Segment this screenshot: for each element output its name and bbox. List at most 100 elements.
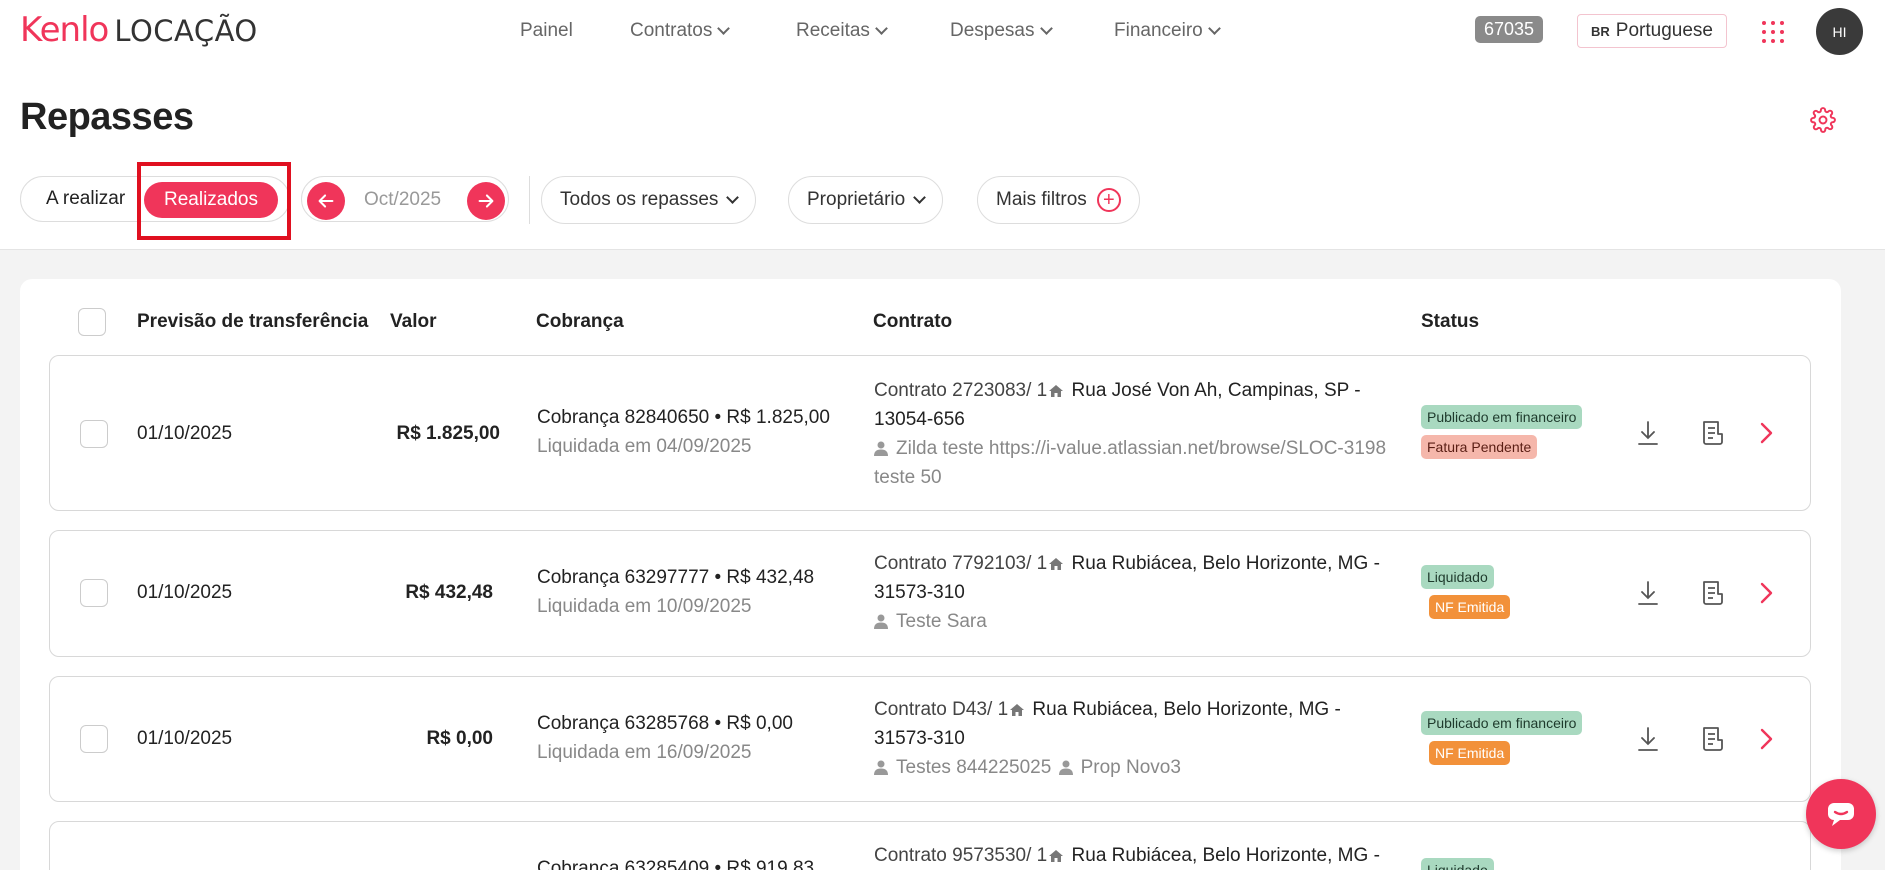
contract-info: Contrato 7792103/ 1 Rua Rubiácea, Belo H… <box>874 549 1394 607</box>
nav-contratos[interactable]: Contratos <box>630 20 731 42</box>
transfer-date: 01/10/2025 <box>137 728 233 749</box>
charge-info: Cobrança 63285768 • R$ 0,00 <box>537 713 793 734</box>
contract-info: Contrato 2723083/ 1 Rua José Von Ah, Cam… <box>874 376 1394 434</box>
nav-receitas[interactable]: Receitas <box>796 20 888 42</box>
transfer-date: 01/10/2025 <box>137 423 233 444</box>
chevron-right-icon[interactable] <box>1754 726 1778 752</box>
col-header-contract[interactable]: Contrato <box>873 311 952 333</box>
chevron-right-icon[interactable] <box>1754 420 1778 446</box>
chevron-down-icon <box>726 191 740 204</box>
nav-label: Contratos <box>630 20 713 41</box>
contract-id: Contrato 2723083/ 1 <box>874 380 1048 401</box>
status-badge: Publicado em financeiro <box>1421 711 1583 735</box>
invoice-icon[interactable] <box>1701 726 1725 752</box>
table-row[interactable]: Cobrança 63285409 • R$ 919,83 Contrato 9… <box>49 821 1811 870</box>
contract-id: Contrato 7792103/ 1 <box>874 553 1048 574</box>
flag-br-icon: BR <box>1591 23 1610 39</box>
invoice-icon[interactable] <box>1701 420 1725 446</box>
nav-label: Receitas <box>796 20 870 41</box>
chat-button[interactable] <box>1806 779 1876 849</box>
previous-period-button[interactable] <box>307 182 345 220</box>
nav-despesas[interactable]: Despesas <box>950 20 1053 42</box>
filter-label: Proprietário <box>807 189 906 210</box>
filter-label: Mais filtros <box>996 189 1087 210</box>
more-filters-button[interactable]: Mais filtros + <box>977 176 1140 224</box>
chevron-down-icon <box>875 22 888 35</box>
person-name: Testes 844225025 <box>896 757 1052 778</box>
contract-people: Teste Sara <box>874 607 1394 636</box>
next-period-button[interactable] <box>467 182 505 220</box>
status-badge: Publicado em financeiro <box>1421 405 1583 429</box>
house-icon <box>1010 704 1025 716</box>
contract-people: Zilda teste https://i-value.atlassian.ne… <box>874 434 1394 492</box>
person-name: Prop Novo3 <box>1080 757 1181 778</box>
row-value: R$ 432,48 <box>405 582 493 603</box>
person-icon <box>874 441 888 456</box>
chevron-down-icon <box>913 191 927 204</box>
download-icon[interactable] <box>1636 580 1660 606</box>
chevron-down-icon <box>1039 22 1053 35</box>
charge-settled-date: Liquidada em 04/09/2025 <box>537 436 752 457</box>
chevron-right-icon[interactable] <box>1754 580 1778 606</box>
kenlo-logo[interactable]: Kenlo LOCAÇÃO <box>20 10 258 50</box>
gear-icon[interactable] <box>1810 107 1836 133</box>
transfer-date: 01/10/2025 <box>137 582 233 603</box>
charge-info: Cobrança 82840650 • R$ 1.825,00 <box>537 407 830 428</box>
charge-settled-date: Liquidada em 16/09/2025 <box>537 742 752 763</box>
tab-a-realizar[interactable]: A realizar <box>46 188 125 210</box>
account-id-badge: 67035 <box>1475 16 1544 43</box>
col-header-charge[interactable]: Cobrança <box>536 311 624 333</box>
owner-filter[interactable]: Proprietário <box>788 176 944 224</box>
col-header-status[interactable]: Status <box>1421 311 1479 333</box>
status-badge: NF Emitida <box>1429 595 1511 619</box>
charge-info: Cobrança 63285409 • R$ 919,83 <box>537 858 815 870</box>
status-badge: Liquidado <box>1421 565 1494 589</box>
row-value: R$ 0,00 <box>426 728 493 749</box>
nav-label: Painel <box>520 20 573 41</box>
person-name: Zilda teste https://i-value.atlassian.ne… <box>874 438 1387 488</box>
nav-painel[interactable]: Painel <box>520 20 573 42</box>
row-checkbox[interactable] <box>80 420 108 448</box>
chat-icon <box>1828 803 1854 826</box>
house-icon <box>1049 850 1064 862</box>
status-badge: Liquidado <box>1421 858 1494 870</box>
divider <box>529 176 530 224</box>
person-icon <box>1058 760 1073 775</box>
contract-people: Testes 844225025 Prop Novo3 <box>874 753 1394 782</box>
language-selector[interactable]: BR Portuguese <box>1577 14 1727 48</box>
status-badge: Fatura Pendente <box>1421 435 1538 459</box>
invoice-icon[interactable] <box>1701 580 1725 606</box>
table-row[interactable]: 01/10/2025 R$ 432,48 Cobrança 63297777 •… <box>49 530 1811 657</box>
download-icon[interactable] <box>1636 726 1660 752</box>
filter-label: Todos os repasses <box>560 189 719 210</box>
contract-id: Contrato D43/ 1 <box>874 699 1009 720</box>
house-icon <box>1049 558 1064 570</box>
table-row[interactable]: 01/10/2025 R$ 1.825,00 Cobrança 82840650… <box>49 355 1811 511</box>
col-header-value[interactable]: Valor <box>390 311 436 333</box>
nav-financeiro[interactable]: Financeiro <box>1114 20 1221 42</box>
select-all-checkbox[interactable] <box>78 308 106 336</box>
col-header-date[interactable]: Previsão de transferência <box>137 311 368 333</box>
chevron-down-icon <box>717 22 731 35</box>
page-title: Repasses <box>20 96 194 138</box>
avatar[interactable]: HI <box>1816 8 1863 55</box>
download-icon[interactable] <box>1636 420 1660 446</box>
contract-info: Contrato D43/ 1 Rua Rubiácea, Belo Horiz… <box>874 695 1394 753</box>
person-name: Teste Sara <box>896 611 987 632</box>
period-label: Oct/2025 <box>364 189 442 210</box>
table-row[interactable]: 01/10/2025 R$ 0,00 Cobrança 63285768 • R… <box>49 676 1811 802</box>
status-badge: NF Emitida <box>1429 741 1511 765</box>
charge-settled-date: Liquidada em 10/09/2025 <box>537 596 752 617</box>
language-label: Portuguese <box>1615 20 1713 41</box>
house-icon <box>1049 385 1064 397</box>
nav-label: Despesas <box>950 20 1035 41</box>
repasse-type-filter[interactable]: Todos os repasses <box>541 176 757 224</box>
apps-grid-icon[interactable] <box>1762 21 1784 43</box>
person-icon <box>874 614 888 629</box>
logo-brand: Kenlo <box>20 10 109 50</box>
row-checkbox[interactable] <box>80 725 108 753</box>
row-checkbox[interactable] <box>80 579 108 607</box>
logo-product: LOCAÇÃO <box>114 14 258 48</box>
contract-address: Rua Rubiácea, Belo Horizonte, MG - <box>1071 845 1380 866</box>
highlight-box <box>137 162 291 240</box>
